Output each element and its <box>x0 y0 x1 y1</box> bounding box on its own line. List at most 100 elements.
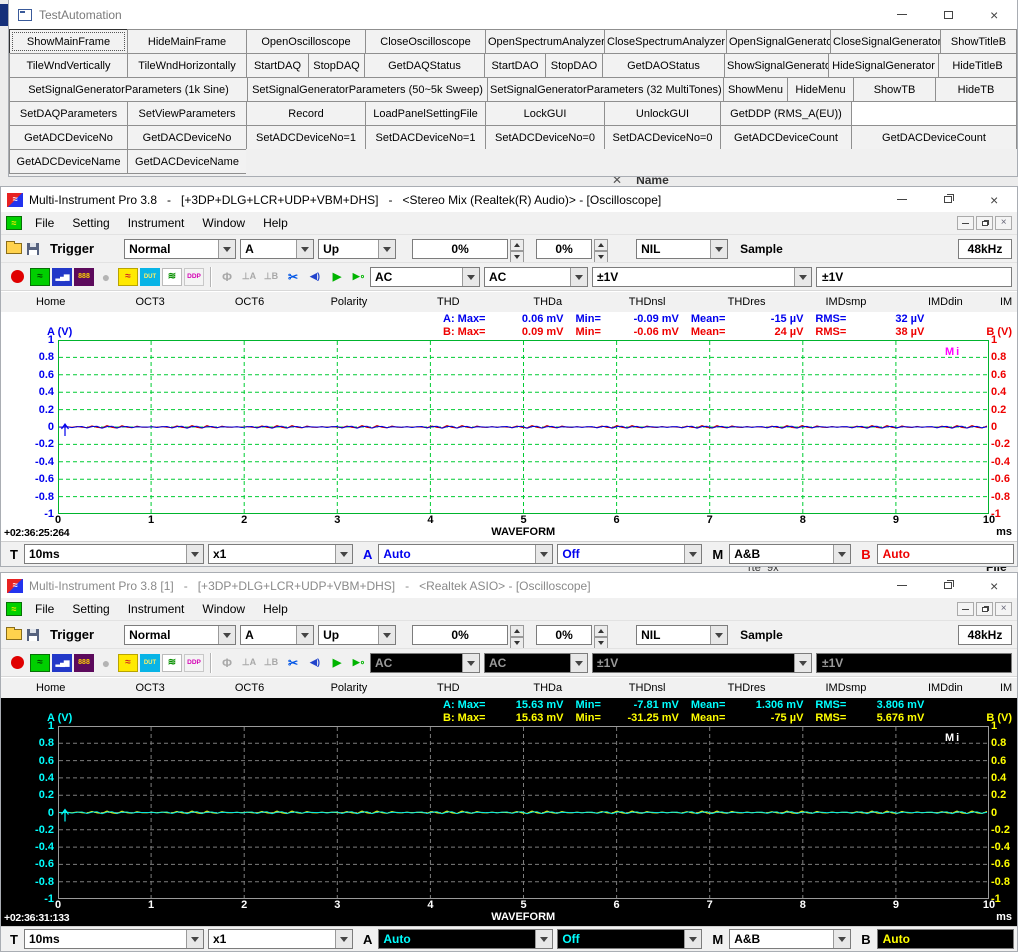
ta-button-loadpanelsettingfile[interactable]: LoadPanelSettingFile <box>365 101 486 126</box>
minimize-button[interactable] <box>879 573 925 598</box>
run-hold-icon[interactable]: ▶∘ <box>349 654 369 672</box>
ta-button-setsignalgeneratorparameters-1k-sine[interactable]: SetSignalGeneratorParameters (1k Sine) <box>9 77 248 102</box>
tab-oct3[interactable]: OCT3 <box>100 682 199 694</box>
trigger-ext-select[interactable]: NIL <box>636 239 728 259</box>
ta-button-opensignalgenerator[interactable]: OpenSignalGenerator <box>726 29 831 54</box>
spin-down-icon[interactable] <box>594 637 608 649</box>
ddp-viewer-icon[interactable]: DDP <box>184 268 204 286</box>
tab-imdsmp[interactable]: IMDsmp <box>796 296 895 308</box>
ta-button-getdaqstatus[interactable]: GetDAQStatus <box>364 53 485 78</box>
probe-b-icon[interactable]: ⊥B <box>261 268 281 286</box>
device-test-plan-icon[interactable]: DUT <box>140 654 160 672</box>
mdi-close-button[interactable]: × <box>995 216 1012 230</box>
trigger-mode-select[interactable]: Normal <box>124 239 236 259</box>
spin-up-icon[interactable] <box>594 239 608 251</box>
ta-button-getdacdeviceno[interactable]: GetDACDeviceNo <box>127 125 247 150</box>
menu-instrument[interactable]: Instrument <box>119 216 194 230</box>
spin-up-icon[interactable] <box>510 239 524 251</box>
derived-data-curves-icon[interactable]: ≋ <box>162 654 182 672</box>
ta-button-getdacdevicename[interactable]: GetDACDeviceName <box>127 149 247 174</box>
ta-button-hidetitleb[interactable]: HideTitleB <box>938 53 1017 78</box>
probe-a-icon[interactable]: ⊥A <box>239 654 259 672</box>
ta-button-closesignalgenerator[interactable]: CloseSignalGenerator <box>830 29 941 54</box>
tab-imddin[interactable]: IMDdin <box>896 296 995 308</box>
trigger-source-select[interactable]: A <box>240 239 314 259</box>
ta-button-stopdaq[interactable]: StopDAQ <box>308 53 365 78</box>
ta-button-startdaq[interactable]: StartDAQ <box>246 53 309 78</box>
menu-setting[interactable]: Setting <box>63 216 118 230</box>
ta-button-showsignalgenerator[interactable]: ShowSignalGenerator <box>724 53 829 78</box>
mdi-minimize-button[interactable] <box>957 602 974 616</box>
ta-button-closespectrumanalyzer[interactable]: CloseSpectrumAnalyzer <box>604 29 727 54</box>
save-panel-setting-button[interactable] <box>27 629 39 641</box>
tab-thdres[interactable]: THDres <box>697 296 796 308</box>
ta-button-lockgui[interactable]: LockGUI <box>485 101 605 126</box>
tab-oct3[interactable]: OCT3 <box>100 296 199 308</box>
run-icon[interactable]: ▶ <box>327 654 347 672</box>
waveform-plot[interactable]: Mi <box>58 726 989 899</box>
ddp-viewer-icon[interactable]: DDP <box>184 654 204 672</box>
tab-thdres[interactable]: THDres <box>697 682 796 694</box>
tab-imdsmp[interactable]: IMDsmp <box>796 682 895 694</box>
channel-a-range-select[interactable]: ±1V <box>592 267 812 287</box>
tab-oct6[interactable]: OCT6 <box>200 682 299 694</box>
open-panel-setting-button[interactable] <box>6 243 22 254</box>
channel-a-mode-select[interactable]: Auto <box>378 544 553 564</box>
channel-a-range-select[interactable]: ±1V <box>592 653 812 673</box>
channel-a-mode-select[interactable]: Auto <box>378 929 553 949</box>
save-panel-setting-button[interactable] <box>27 243 39 255</box>
minimize-button[interactable] <box>879 187 925 212</box>
input-device-icon[interactable]: Φ <box>217 268 237 286</box>
ta-button-hidetb[interactable]: HideTB <box>935 77 1017 102</box>
spin-up-icon[interactable] <box>594 625 608 637</box>
channel-b-coupling-select[interactable]: AC <box>484 267 588 287</box>
input-device-icon[interactable]: Φ <box>217 654 237 672</box>
trigger-delay-spinner[interactable]: 0% <box>536 625 608 645</box>
menu-file[interactable]: File <box>26 216 63 230</box>
trigger-level-spinner[interactable]: 0% <box>412 239 524 259</box>
ta-button-showtb[interactable]: ShowTB <box>853 77 936 102</box>
tab-thd[interactable]: THD <box>399 682 498 694</box>
trigger-mode-select[interactable]: Normal <box>124 625 236 645</box>
ta-button-startdao[interactable]: StartDAO <box>484 53 546 78</box>
ta-button-getadcdevicename[interactable]: GetADCDeviceName <box>9 149 128 174</box>
tab-polarity[interactable]: Polarity <box>299 296 398 308</box>
ta-button-showmainframe[interactable]: ShowMainFrame <box>9 29 128 54</box>
tab-oct6[interactable]: OCT6 <box>200 296 299 308</box>
maximize-button[interactable] <box>925 0 971 29</box>
mdi-close-button[interactable]: × <box>995 602 1012 616</box>
ta-button-hidemainframe[interactable]: HideMainFrame <box>127 29 247 54</box>
ta-button-unlockgui[interactable]: UnlockGUI <box>604 101 721 126</box>
record-icon[interactable] <box>11 270 24 283</box>
spin-down-icon[interactable] <box>510 251 524 263</box>
ta-button-hidesignalgenerator[interactable]: HideSignalGenerator <box>828 53 939 78</box>
record-icon[interactable] <box>11 656 24 669</box>
tab-thdnsl[interactable]: THDnsl <box>597 296 696 308</box>
output-device-icon[interactable]: ◀) <box>305 654 325 672</box>
waveform-plot[interactable]: Mi <box>58 340 989 514</box>
oscilloscope-child-icon[interactable]: ≈ <box>6 216 22 230</box>
ta-button-setdaqparameters[interactable]: SetDAQParameters <box>9 101 128 126</box>
close-button[interactable]: × <box>971 573 1017 598</box>
timebase-select[interactable]: 10ms <box>24 544 204 564</box>
tab-im[interactable]: IM <box>995 296 1017 308</box>
tab-home[interactable]: Home <box>1 296 100 308</box>
multiplier-select[interactable]: x1 <box>208 929 353 949</box>
titlebar[interactable]: TestAutomation × <box>9 0 1017 29</box>
oscilloscope-icon[interactable]: ≈ <box>30 654 50 672</box>
spin-down-icon[interactable] <box>594 251 608 263</box>
tab-polarity[interactable]: Polarity <box>299 682 398 694</box>
spectrum-analyzer-icon[interactable]: ▂▄▆ <box>52 654 72 672</box>
ta-button-setsignalgeneratorparameters-50-5k-sweep[interactable]: SetSignalGeneratorParameters (50~5k Swee… <box>247 77 488 102</box>
titlebar[interactable]: ≈ Multi-Instrument Pro 3.8 [1] - [+3DP+D… <box>1 573 1017 598</box>
calibration-icon[interactable]: ✂ <box>283 654 303 672</box>
probe-a-icon[interactable]: ⊥A <box>239 268 259 286</box>
output-device-icon[interactable]: ◀) <box>305 268 325 286</box>
menu-window[interactable]: Window <box>193 216 254 230</box>
tab-thda[interactable]: THDa <box>498 296 597 308</box>
oscilloscope-icon[interactable]: ≈ <box>30 268 50 286</box>
spectrum-analyzer-icon[interactable]: ▂▄▆ <box>52 268 72 286</box>
multiplier-select[interactable]: x1 <box>208 544 353 564</box>
trigger-delay-spinner[interactable]: 0% <box>536 239 608 259</box>
menu-help[interactable]: Help <box>254 602 297 616</box>
